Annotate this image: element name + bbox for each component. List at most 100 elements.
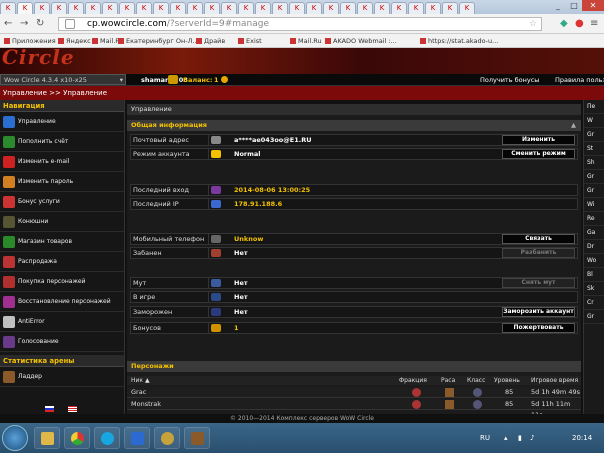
character-row[interactable]: Monstrak855d 11h 11m 11s: [127, 399, 581, 419]
col-level[interactable]: Уровень: [494, 376, 520, 385]
collapse-icon[interactable]: ▲: [571, 120, 576, 131]
taskbar-wow-button[interactable]: [154, 427, 180, 449]
row-action-button[interactable]: Разбанить: [502, 248, 575, 258]
character-row[interactable]: Grac 85 5d 1h 49m 49s: [127, 387, 581, 398]
bookmark-item[interactable]: Mail.Ru: [290, 37, 322, 45]
right-panel-item[interactable]: Sk: [584, 282, 604, 296]
right-panel-item[interactable]: Ga: [584, 226, 604, 240]
sidebar-item[interactable]: Бонус услуги: [0, 192, 124, 212]
right-panel-item[interactable]: Gr: [584, 170, 604, 184]
right-panel-item[interactable]: Cr: [584, 296, 604, 310]
right-panel-item[interactable]: Sh: [584, 156, 604, 170]
maximize-icon[interactable]: □: [566, 0, 582, 11]
right-panel-item[interactable]: Пе: [584, 100, 604, 114]
start-button[interactable]: [2, 425, 28, 451]
menu-icon[interactable]: ≡: [590, 18, 598, 30]
taskbar-explorer-button[interactable]: [34, 427, 60, 449]
right-panel-item[interactable]: Gr: [584, 310, 604, 324]
browser-tab[interactable]: K: [272, 2, 288, 14]
col-class[interactable]: Класс: [467, 376, 485, 385]
browser-tab[interactable]: K: [408, 2, 424, 14]
bookmark-item[interactable]: AKADO Webmail :...: [325, 37, 397, 45]
extension-icon[interactable]: ●: [575, 18, 584, 30]
network-icon[interactable]: ▮: [518, 434, 522, 442]
browser-tab[interactable]: K: [442, 2, 458, 14]
right-panel-item[interactable]: Bl: [584, 268, 604, 282]
sidebar-item[interactable]: Восстановление персонажей: [0, 292, 124, 312]
right-panel-item[interactable]: Gr: [584, 184, 604, 198]
taskbar-skype-button[interactable]: [94, 427, 120, 449]
bookmark-item[interactable]: Драйв: [196, 37, 225, 45]
browser-tab[interactable]: K: [255, 2, 271, 14]
browser-tab[interactable]: K: [68, 2, 84, 14]
browser-tab[interactable]: K: [136, 2, 152, 14]
reload-icon[interactable]: ↻: [36, 18, 44, 30]
bookmark-item[interactable]: Екатеринбург Он-Л...: [118, 37, 199, 45]
browser-tab[interactable]: K: [0, 2, 16, 14]
lang-indicator[interactable]: RU: [480, 434, 490, 442]
browser-tab[interactable]: K: [357, 2, 373, 14]
bookmark-item[interactable]: https://stat.akado-u...: [420, 37, 498, 45]
sidebar-item[interactable]: Распродажа: [0, 252, 124, 272]
right-panel-item[interactable]: St: [584, 142, 604, 156]
right-panel-item[interactable]: Wo: [584, 254, 604, 268]
browser-tab[interactable]: K: [238, 2, 254, 14]
get-bonus-link[interactable]: Получить бонусы: [480, 76, 539, 84]
browser-tab[interactable]: K: [221, 2, 237, 14]
right-panel-item[interactable]: W: [584, 114, 604, 128]
browser-tab[interactable]: K: [51, 2, 67, 14]
sidebar-item[interactable]: Управление: [0, 112, 124, 132]
right-panel-item[interactable]: Dr: [584, 240, 604, 254]
site-logo[interactable]: Circle: [2, 48, 75, 69]
sidebar-item[interactable]: Изменить e-mail: [0, 152, 124, 172]
col-faction[interactable]: Фракция: [399, 376, 427, 385]
browser-tab[interactable]: K: [306, 2, 322, 14]
col-time[interactable]: Игровое время: [531, 376, 578, 385]
bookmark-item[interactable]: Exist: [238, 37, 262, 45]
right-panel-item[interactable]: Re: [584, 212, 604, 226]
taskbar-app-button[interactable]: [124, 427, 150, 449]
taskbar-game-button[interactable]: [184, 427, 210, 449]
browser-tab[interactable]: K: [119, 2, 135, 14]
sidebar-item[interactable]: AntiError: [0, 312, 124, 332]
browser-tab[interactable]: K: [391, 2, 407, 14]
browser-tab[interactable]: K: [187, 2, 203, 14]
realm-select[interactable]: Wow Circle 4.3.4 x10-x25 ▾: [0, 74, 126, 85]
bookmark-item[interactable]: Яндекс: [58, 37, 91, 45]
row-action-button[interactable]: Пожертвовать: [502, 323, 575, 333]
flag-us-icon[interactable]: [68, 406, 77, 412]
taskbar-chrome-button[interactable]: [64, 427, 90, 449]
browser-tab[interactable]: K: [17, 2, 33, 14]
browser-tab[interactable]: K: [340, 2, 356, 14]
sidebar-item[interactable]: Пополнить счёт: [0, 132, 124, 152]
browser-tab[interactable]: K: [289, 2, 305, 14]
volume-icon[interactable]: ♪: [530, 434, 534, 442]
browser-tab[interactable]: K: [85, 2, 101, 14]
browser-tab[interactable]: K: [34, 2, 50, 14]
col-race[interactable]: Раса: [441, 376, 455, 385]
row-action-button[interactable]: Изменить: [502, 135, 575, 145]
row-action-button[interactable]: Заморозить аккаунт: [502, 307, 575, 317]
sidebar-item-ladder[interactable]: Ладдер: [0, 367, 124, 387]
sidebar-item[interactable]: Голосование: [0, 332, 124, 352]
browser-tab[interactable]: K: [374, 2, 390, 14]
sidebar-item[interactable]: Магазин товаров: [0, 232, 124, 252]
bookmark-item[interactable]: Приложения: [4, 37, 56, 45]
flag-ru-icon[interactable]: [45, 406, 54, 412]
back-icon[interactable]: ←: [4, 18, 12, 30]
sidebar-item[interactable]: Конюшни: [0, 212, 124, 232]
address-bar[interactable]: cp.wowcircle.com/?serverId=9#manage ☆: [58, 17, 542, 31]
browser-tab[interactable]: K: [204, 2, 220, 14]
clock[interactable]: 20:14: [572, 434, 592, 442]
browser-tab[interactable]: K: [323, 2, 339, 14]
browser-tab[interactable]: K: [170, 2, 186, 14]
col-name[interactable]: Ник ▲: [131, 376, 150, 385]
sidebar-item[interactable]: Покупка персонажей: [0, 272, 124, 292]
forward-icon[interactable]: →: [20, 18, 28, 30]
star-icon[interactable]: ☆: [529, 18, 537, 30]
extension-icon[interactable]: ◆: [560, 18, 568, 30]
close-icon[interactable]: ✕: [582, 0, 604, 11]
right-panel-item[interactable]: Gr: [584, 128, 604, 142]
minimize-icon[interactable]: _: [550, 0, 566, 11]
browser-tab[interactable]: K: [153, 2, 169, 14]
